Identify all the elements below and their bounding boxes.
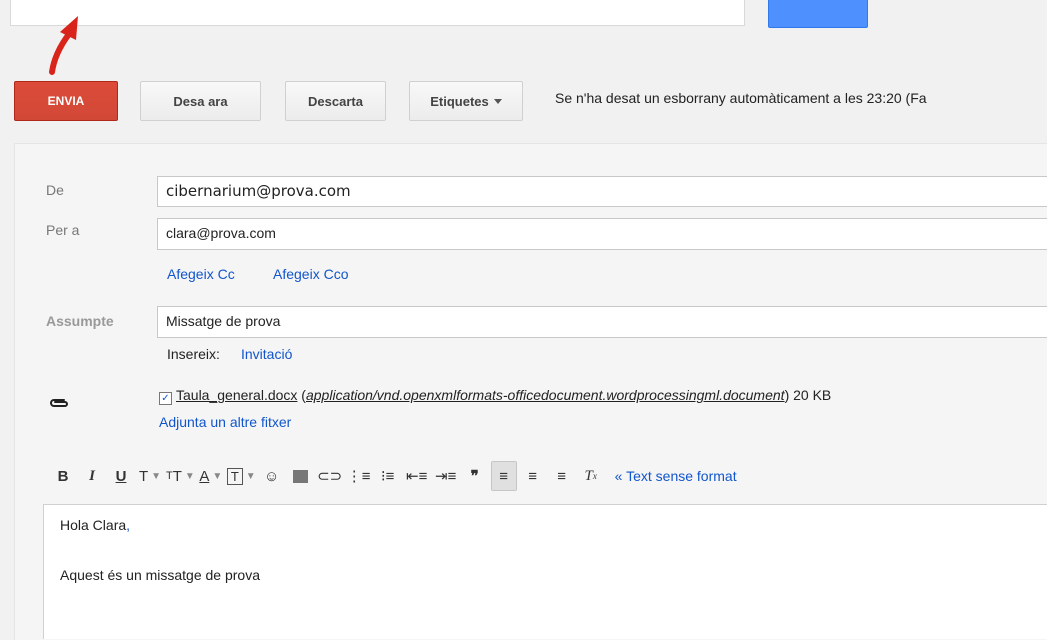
emoji-icon[interactable]: ☺	[259, 461, 285, 491]
insert-label: Insereix:	[167, 346, 220, 362]
send-button[interactable]: ENVIA	[14, 81, 118, 121]
attachment-filename[interactable]: Taula_general.docx	[176, 387, 297, 403]
from-label: De	[46, 182, 64, 198]
insert-invitation-link[interactable]: Invitació	[241, 346, 292, 362]
align-center-icon[interactable]: ≡	[520, 461, 546, 491]
labels-button-label: Etiquetes	[430, 93, 489, 109]
highlight-color-icon[interactable]: T ▼	[226, 461, 256, 491]
attachment-checkbox[interactable]: ✓	[159, 392, 172, 405]
underline-icon[interactable]: U	[108, 461, 134, 491]
to-field[interactable]: clara@prova.com	[157, 218, 1047, 250]
body-line-message: Aquest és un missatge de prova	[60, 567, 261, 583]
align-left-icon[interactable]: ≡	[490, 461, 517, 491]
subject-label: Assumpte	[46, 313, 114, 329]
labels-dropdown-button[interactable]: Etiquetes	[409, 81, 523, 121]
search-button[interactable]	[768, 0, 868, 28]
font-size-icon[interactable]: T T ▼	[166, 461, 195, 491]
body-greeting-text: Hola Clara	[60, 517, 127, 533]
discard-button-label: Descarta	[308, 93, 363, 109]
attachment-mimetype: application/vnd.openxmlformats-officedoc…	[305, 387, 785, 403]
quote-icon[interactable]: ❞	[462, 461, 488, 491]
italic-icon[interactable]: I	[79, 461, 105, 491]
subject-field[interactable]: Missatge de prova	[157, 306, 1047, 338]
numbered-list-icon[interactable]: ⋮≡	[346, 461, 372, 491]
add-cc-link[interactable]: Afegeix Cc	[167, 266, 235, 282]
attachment-open-paren: (	[297, 387, 306, 403]
chevron-down-icon	[493, 98, 502, 104]
indent-more-icon[interactable]: ⇥≡	[433, 461, 459, 491]
insert-image-icon[interactable]	[288, 461, 314, 491]
text-color-icon[interactable]: A ▼	[198, 461, 224, 491]
font-family-icon[interactable]: T ▼	[137, 461, 163, 491]
remove-formatting-icon[interactable]: Tx	[578, 461, 604, 491]
bold-icon[interactable]: B	[50, 461, 76, 491]
plain-text-link[interactable]: « Text sense format	[615, 468, 737, 484]
link-icon[interactable]: ⊂⊃	[317, 461, 343, 491]
top-bar	[0, 0, 1047, 62]
paperclip-icon	[50, 399, 68, 407]
save-now-button[interactable]: Desa ara	[140, 81, 261, 121]
attachment-size: ) 20 KB	[784, 387, 832, 403]
formatting-toolbar: B I U T ▼ T T ▼ A ▼ T ▼ ☺ ⊂⊃ ⋮≡ ⁝≡ ⇤≡ ⇥≡ ❞ ≡ …	[50, 458, 737, 494]
add-bcc-link[interactable]: Afegeix Cco	[273, 266, 348, 282]
align-right-icon[interactable]: ≡	[549, 461, 575, 491]
search-input[interactable]	[10, 0, 745, 26]
discard-button[interactable]: Descarta	[285, 81, 386, 121]
red-arrow-annotation	[49, 16, 78, 75]
indent-less-icon[interactable]: ⇤≡	[404, 461, 430, 491]
from-field[interactable]: cibernarium@prova.com	[157, 176, 1047, 207]
message-body-editor[interactable]: Hola Clara, Aquest és un missatge de pro…	[43, 504, 1047, 639]
save-button-label: Desa ara	[173, 93, 228, 109]
attachment-row: ✓ Taula_general.docx (application/vnd.ope…	[159, 387, 1047, 405]
bulleted-list-icon[interactable]: ⁝≡	[375, 461, 401, 491]
autosave-status: Se n'ha desat un esborrany automàticamen…	[555, 90, 927, 106]
to-label: Per a	[46, 222, 80, 238]
attach-another-file-link[interactable]: Adjunta un altre fitxer	[159, 414, 291, 430]
send-button-label: ENVIA	[47, 94, 85, 108]
body-line-greeting: Hola Clara,	[60, 517, 130, 533]
body-greeting-comma: ,	[126, 517, 131, 533]
